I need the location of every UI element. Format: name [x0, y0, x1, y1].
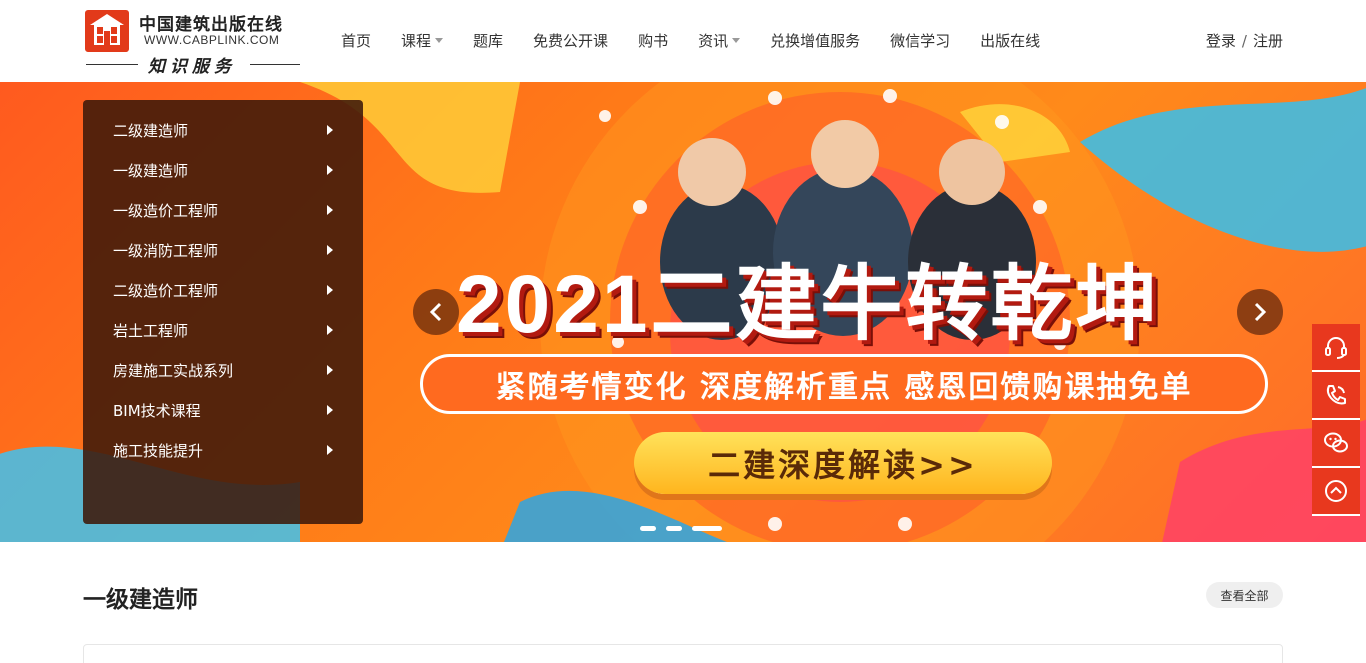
caret-right-icon — [327, 445, 333, 455]
phone-icon — [1326, 385, 1346, 405]
auth-separator: / — [1241, 32, 1247, 50]
section-title: 一级建造师 — [83, 587, 198, 613]
banner-cta-label: 二建深度解读>> — [708, 446, 978, 484]
logo-emblem-icon — [85, 10, 129, 52]
nav-label: 购书 — [638, 32, 669, 50]
menu-item-2nd-constructor[interactable]: 二级建造师 — [83, 110, 363, 150]
logo-divider-right — [250, 64, 300, 65]
view-all-button[interactable]: 查看全部 — [1206, 582, 1283, 608]
chevron-right-icon — [1254, 302, 1267, 322]
nav-question-bank[interactable]: 题库 — [473, 30, 503, 51]
nav-label: 兑换增值服务 — [770, 32, 861, 50]
menu-item-label: BIM技术课程 — [113, 401, 201, 420]
site-header: 中国建筑出版在线 WWW.CABPLINK.COM 知识服务 首页 课程 题库 … — [0, 0, 1366, 82]
carousel-indicators — [640, 526, 722, 531]
menu-item-geotechnical-engineer[interactable]: 岩土工程师 — [83, 310, 363, 350]
nav-redeem[interactable]: 兑换增值服务 — [770, 30, 860, 51]
caret-down-icon — [435, 38, 444, 43]
nav-label: 首页 — [341, 32, 372, 50]
menu-item-2nd-cost-engineer[interactable]: 二级造价工程师 — [83, 270, 363, 310]
phone-button[interactable] — [1312, 372, 1360, 420]
carousel-next-button[interactable] — [1237, 289, 1283, 335]
menu-item-bim[interactable]: BIM技术课程 — [83, 390, 363, 430]
nav-label: 免费公开课 — [533, 32, 609, 50]
carousel-prev-button[interactable] — [413, 289, 459, 335]
nav-label: 微信学习 — [890, 32, 951, 50]
nav-buy-books[interactable]: 购书 — [638, 30, 668, 51]
menu-item-label: 一级造价工程师 — [113, 201, 219, 220]
logo-slogan: 知识服务 — [148, 57, 236, 77]
nav-free-courses[interactable]: 免费公开课 — [533, 30, 608, 51]
menu-item-label: 二级建造师 — [113, 121, 189, 140]
auth-links: 登录 / 注册 — [1206, 30, 1283, 51]
menu-item-label: 房建施工实战系列 — [113, 361, 234, 380]
nav-label: 资讯 — [698, 32, 729, 50]
headset-icon — [1325, 337, 1347, 359]
caret-right-icon — [327, 325, 333, 335]
menu-item-1st-cost-engineer[interactable]: 一级造价工程师 — [83, 190, 363, 230]
caret-right-icon — [327, 365, 333, 375]
nav-label: 出版在线 — [980, 32, 1041, 50]
caret-right-icon — [327, 245, 333, 255]
register-link[interactable]: 注册 — [1253, 32, 1283, 50]
logo-url: WWW.CABPLINK.COM — [144, 33, 280, 47]
menu-item-1st-fire-engineer[interactable]: 一级消防工程师 — [83, 230, 363, 270]
carousel-dot[interactable] — [640, 526, 656, 531]
wechat-icon — [1324, 432, 1348, 453]
category-menu: 二级建造师 一级建造师 一级造价工程师 一级消防工程师 二级造价工程师 岩土工程… — [83, 100, 363, 524]
menu-item-1st-constructor[interactable]: 一级建造师 — [83, 150, 363, 190]
nav-label: 题库 — [473, 32, 504, 50]
main-nav: 首页 课程 题库 免费公开课 购书 资讯 兑换增值服务 微信学习 出版在线 — [341, 30, 1040, 51]
menu-item-label: 二级造价工程师 — [113, 281, 219, 300]
logo-title: 中国建筑出版在线 — [139, 15, 283, 35]
menu-item-label: 一级建造师 — [113, 161, 189, 180]
caret-right-icon — [327, 285, 333, 295]
caret-right-icon — [327, 205, 333, 215]
course-list-card — [83, 644, 1283, 663]
caret-right-icon — [327, 165, 333, 175]
banner-subtitle: 紧随考情变化 深度解析重点 感恩回馈购课抽免单 — [495, 370, 1193, 405]
site-logo[interactable]: 中国建筑出版在线 WWW.CABPLINK.COM 知识服务 — [84, 7, 302, 77]
banner-headline: 2021二建牛转乾坤 — [456, 259, 1161, 350]
nav-news[interactable]: 资讯 — [698, 30, 741, 51]
menu-item-label: 岩土工程师 — [113, 321, 189, 340]
nav-home[interactable]: 首页 — [341, 30, 371, 51]
logo-divider-left — [86, 64, 138, 65]
menu-item-construction-practice[interactable]: 房建施工实战系列 — [83, 350, 363, 390]
customer-service-button[interactable] — [1312, 324, 1360, 372]
carousel-dot-active[interactable] — [692, 526, 722, 531]
hero-banner[interactable]: 二级建造师 一级建造师 一级造价工程师 一级消防工程师 二级造价工程师 岩土工程… — [0, 82, 1366, 542]
back-to-top-icon — [1325, 480, 1347, 502]
login-link[interactable]: 登录 — [1206, 32, 1236, 50]
menu-item-label: 一级消防工程师 — [113, 241, 219, 260]
chevron-left-icon — [429, 302, 442, 322]
banner-subtitle-pill: 紧随考情变化 深度解析重点 感恩回馈购课抽免单 — [420, 354, 1268, 414]
nav-label: 课程 — [401, 32, 432, 50]
nav-publishing[interactable]: 出版在线 — [980, 30, 1040, 51]
caret-down-icon — [732, 38, 741, 43]
menu-item-construction-skills[interactable]: 施工技能提升 — [83, 430, 363, 470]
nav-wechat-learning[interactable]: 微信学习 — [890, 30, 950, 51]
menu-item-label: 施工技能提升 — [113, 441, 204, 460]
nav-courses[interactable]: 课程 — [401, 30, 444, 51]
banner-cta-button[interactable]: 二建深度解读>> — [634, 432, 1052, 494]
carousel-dot[interactable] — [666, 526, 682, 531]
caret-right-icon — [327, 125, 333, 135]
caret-right-icon — [327, 405, 333, 415]
floating-toolbar — [1312, 324, 1360, 516]
back-to-top-button[interactable] — [1312, 468, 1360, 516]
wechat-button[interactable] — [1312, 420, 1360, 468]
